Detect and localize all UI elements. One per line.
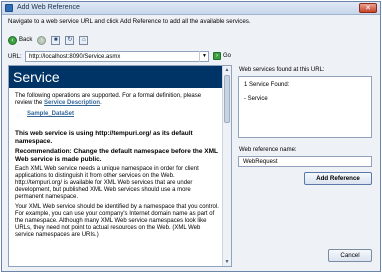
service-page-content: The following operations are supported. … [15, 93, 219, 242]
namespace-recommendation: Recommendation: Change the default names… [15, 148, 218, 163]
back-button[interactable]: ‹ Back [8, 35, 33, 45]
forward-arrow-icon[interactable]: › [37, 35, 47, 45]
scroll-up-icon[interactable]: ▲ [223, 66, 231, 74]
browser-scrollbar[interactable]: ▲ ▼ [222, 66, 231, 266]
instructions-text: Navigate to a web service URL and click … [8, 18, 251, 25]
home-icon[interactable]: ⌂ [79, 35, 89, 45]
url-label: URL: [8, 54, 22, 60]
add-reference-button[interactable]: Add Reference [304, 172, 372, 185]
browser-pane: Service ▲ ▼ The following operations are… [8, 65, 232, 267]
service-heading: Service [9, 66, 223, 88]
namespace-paragraph-1: Each XML Web service needs a unique name… [15, 166, 199, 200]
back-label: Back [19, 37, 33, 43]
go-button[interactable]: › Go [213, 52, 231, 60]
service-count: 1 Service Found: [244, 82, 290, 88]
scroll-down-icon[interactable]: ▼ [223, 258, 231, 266]
title-bar: Add Web Reference ✕ [2, 2, 380, 15]
services-found-label: Web services found at this URL: [239, 67, 325, 73]
reference-name-label: Web reference name: [239, 147, 297, 153]
namespace-paragraph-2: Your XML Web service should be identifie… [15, 204, 219, 238]
navigation-toolbar: ‹ Back › ■ ↻ ⌂ [8, 34, 89, 46]
url-input[interactable]: http://localhost:8090/Service.asmx [25, 51, 209, 62]
operation-link[interactable]: Sample_DataSet [27, 111, 219, 118]
intro-paragraph: The following operations are supported. … [15, 93, 202, 106]
reference-name-input[interactable]: WebRequest [238, 156, 372, 167]
go-arrow-icon: › [213, 52, 221, 60]
go-label: Go [223, 53, 232, 59]
services-found-panel: 1 Service Found: - Service [238, 76, 372, 138]
url-dropdown-icon[interactable]: ▼ [199, 51, 209, 62]
dialog-icon [5, 4, 13, 12]
dialog-title: Add Web Reference [17, 4, 80, 11]
service-description-link[interactable]: Service Description [44, 100, 100, 106]
service-list-item[interactable]: - Service [244, 95, 366, 103]
back-arrow-icon: ‹ [8, 35, 17, 45]
close-button[interactable]: ✕ [359, 3, 377, 13]
scroll-thumb[interactable] [224, 75, 230, 123]
namespace-warning: This web service is using http://tempuri… [15, 130, 193, 145]
cancel-button[interactable]: Cancel [328, 249, 372, 262]
stop-icon[interactable]: ■ [51, 35, 61, 45]
refresh-icon[interactable]: ↻ [65, 35, 75, 45]
